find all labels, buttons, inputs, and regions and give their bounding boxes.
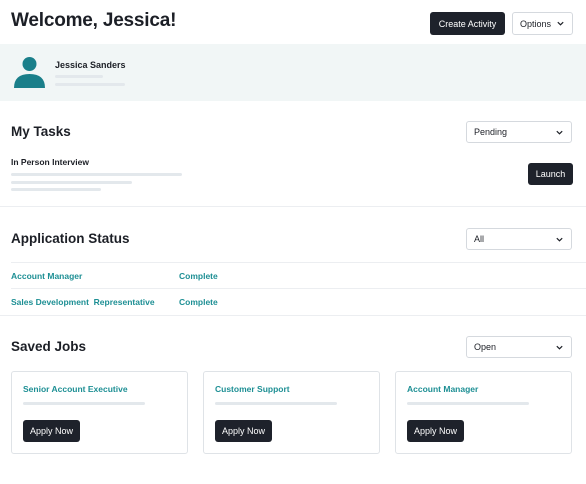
profile-placeholder-line [55,75,103,78]
create-activity-button[interactable]: Create Activity [430,12,505,35]
job-title-link[interactable]: Senior Account Executive [23,384,128,394]
job-title-link[interactable]: Account Manager [407,384,478,394]
profile-card: Jessica Sanders [0,44,586,101]
application-status-text: Complete [179,297,218,307]
task-label: In Person Interview [11,157,89,167]
apply-now-button[interactable]: Apply Now [23,420,80,442]
profile-name: Jessica Sanders [55,60,126,70]
task-placeholder-line [11,173,182,176]
saved-job-card: Account Manager Apply Now [395,371,572,454]
chevron-down-icon [557,21,564,26]
launch-button[interactable]: Launch [528,163,573,185]
tasks-filter-dropdown[interactable]: Pending [466,121,572,143]
section-title-my-tasks: My Tasks [11,124,71,139]
task-placeholder-line [11,188,101,191]
application-job-link[interactable]: Sales Development Representative [11,297,155,307]
options-label: Options [520,18,552,29]
saved-job-card: Senior Account Executive Apply Now [11,371,188,454]
row-divider [11,262,586,263]
application-job-link[interactable]: Account Manager [11,271,82,281]
job-placeholder-line [407,402,529,405]
job-title-link[interactable]: Customer Support [215,384,290,394]
task-placeholder-line [11,181,132,184]
chevron-down-icon [556,237,563,242]
job-placeholder-line [23,402,145,405]
status-filter-dropdown[interactable]: All [466,228,572,250]
chevron-down-icon [556,345,563,350]
options-dropdown[interactable]: Options [512,12,573,35]
saved-job-card: Customer Support Apply Now [203,371,380,454]
saved-jobs-filter-value: Open [474,342,497,352]
apply-now-button[interactable]: Apply Now [215,420,272,442]
section-divider [0,206,586,207]
page-title: Welcome, Jessica! [11,10,177,31]
tasks-filter-value: Pending [474,127,508,137]
apply-now-button[interactable]: Apply Now [407,420,464,442]
section-title-application-status: Application Status [11,231,130,246]
section-divider [0,315,586,316]
section-title-saved-jobs: Saved Jobs [11,339,87,354]
person-icon [14,57,45,88]
profile-placeholder-line [55,83,125,86]
job-placeholder-line [215,402,337,405]
application-status-text: Complete [179,271,218,281]
status-filter-value: All [474,234,485,244]
saved-jobs-filter-dropdown[interactable]: Open [466,336,572,358]
page-header: Welcome, Jessica! Create Activity Option… [0,0,586,44]
chevron-down-icon [556,130,563,135]
row-divider [11,288,586,289]
